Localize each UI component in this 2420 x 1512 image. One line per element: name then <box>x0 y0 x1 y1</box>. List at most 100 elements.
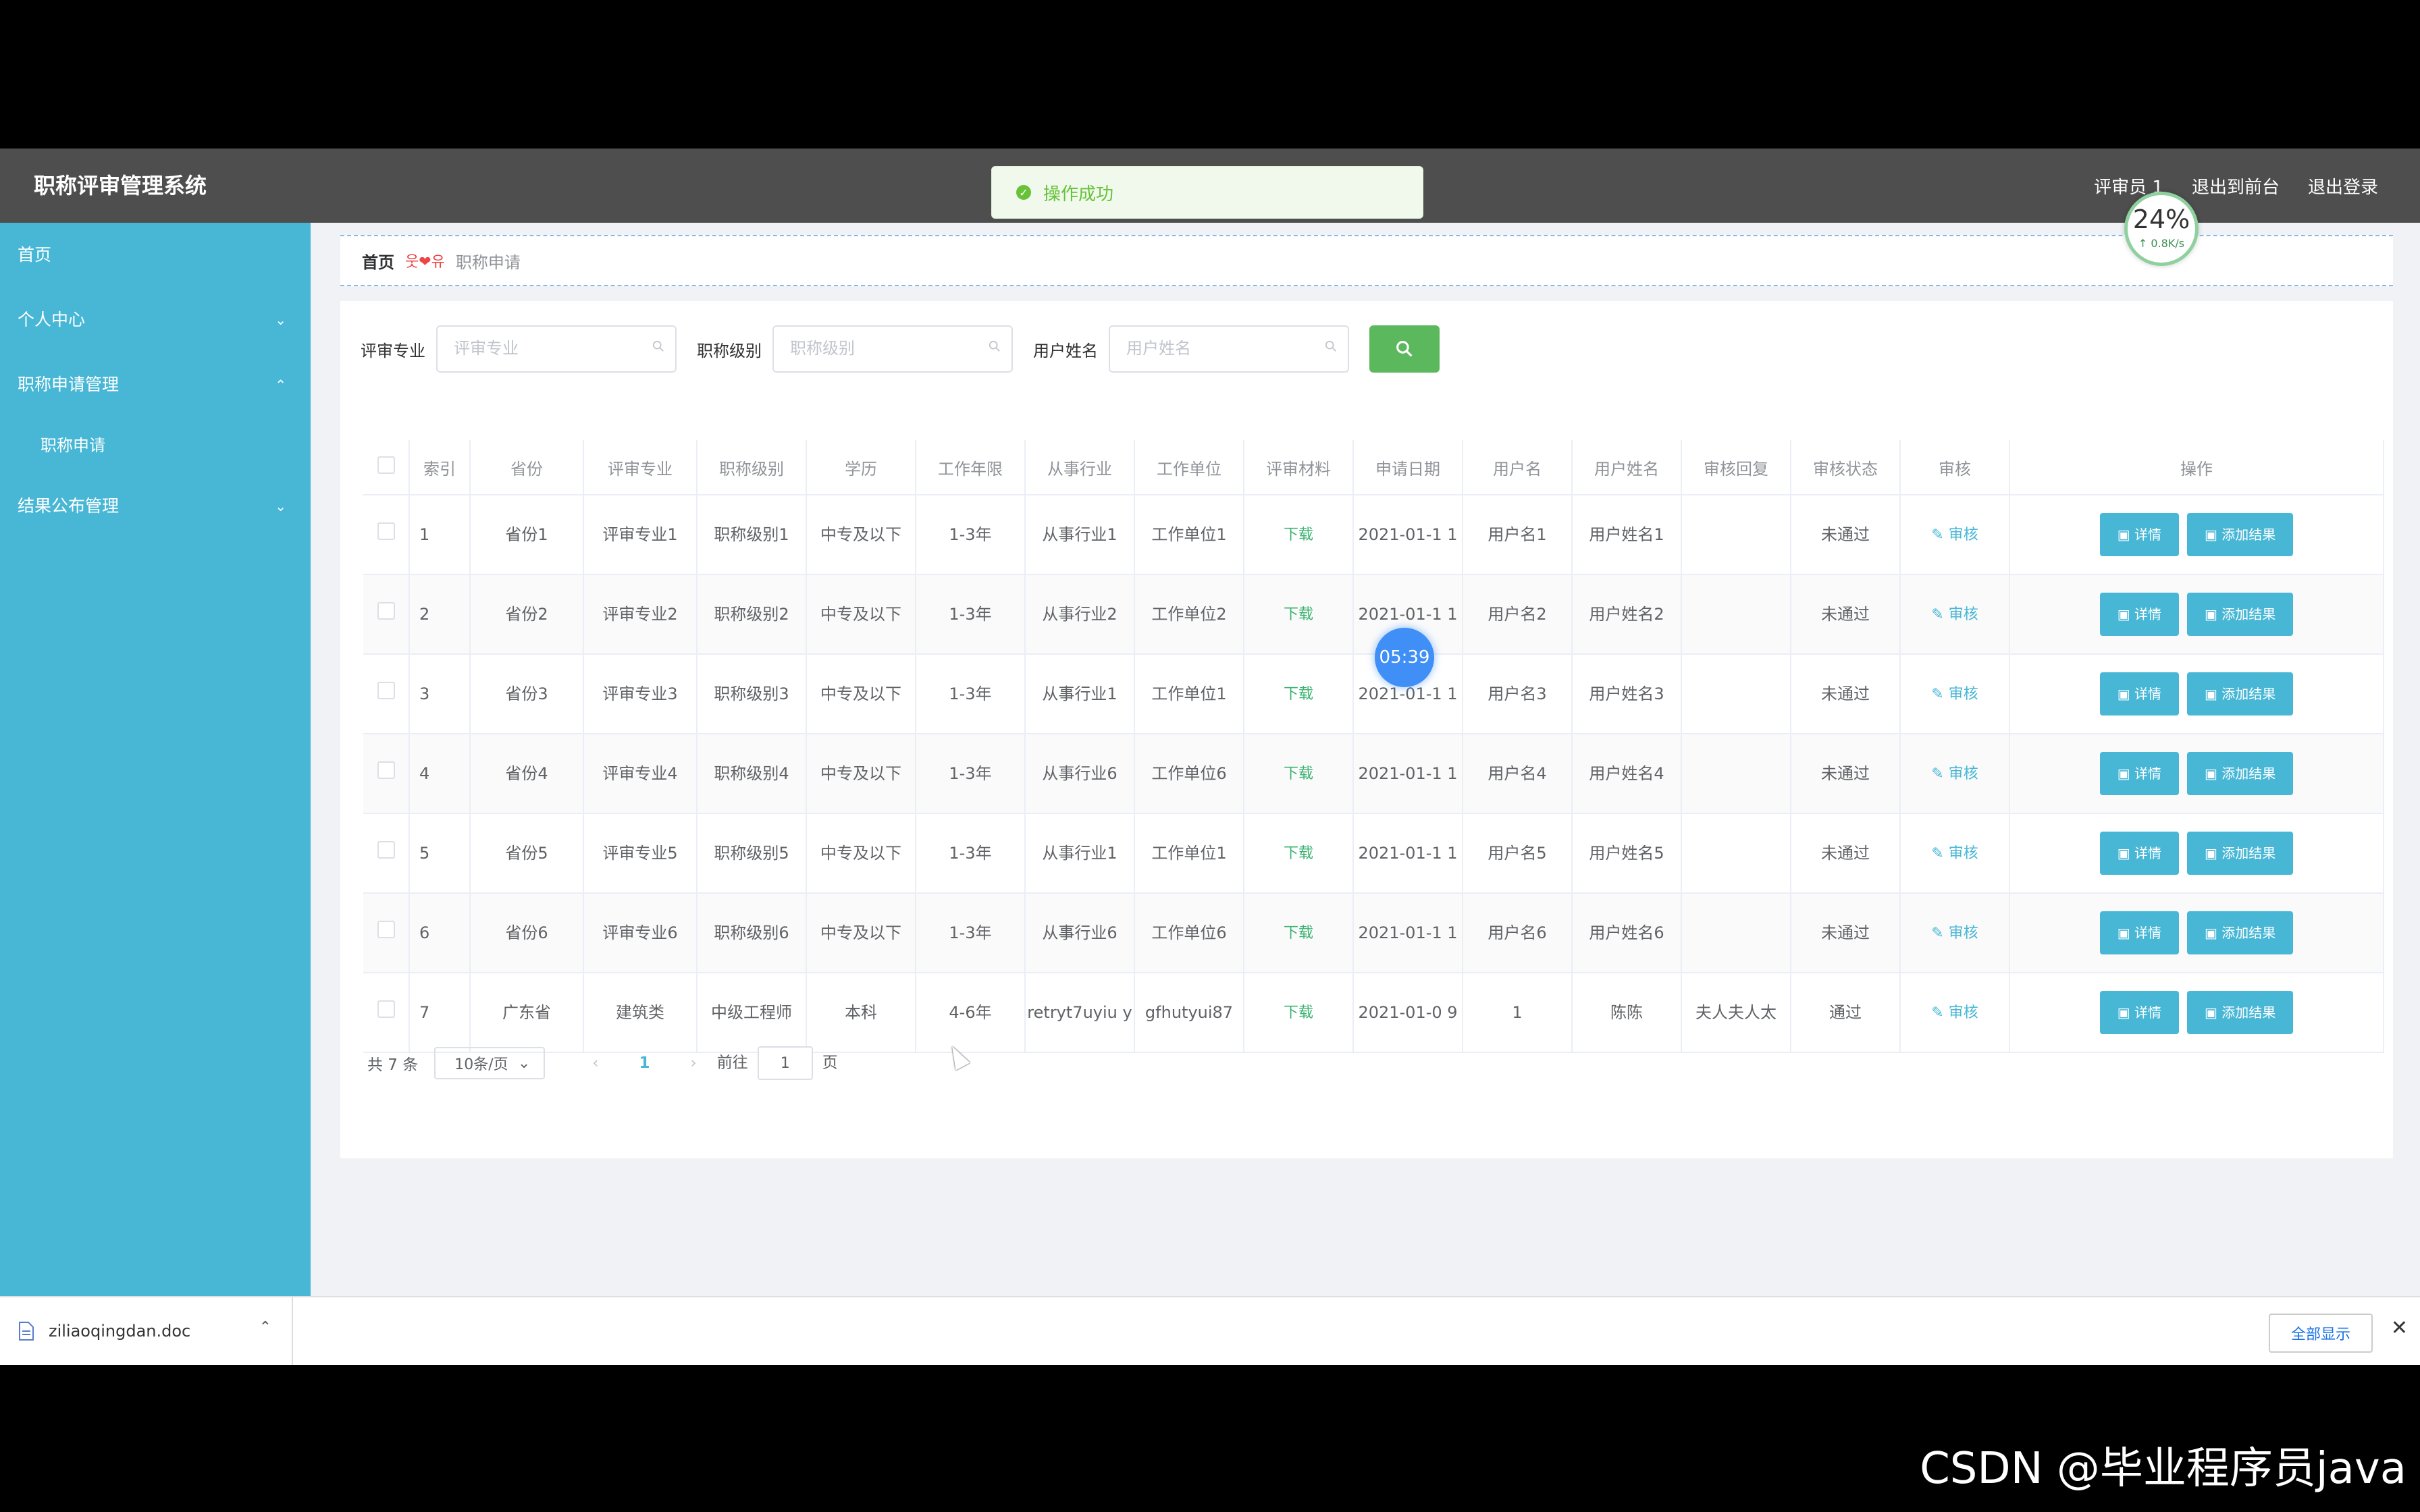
download-link[interactable]: 下载 <box>1284 845 1313 862</box>
logout-link[interactable]: 退出登录 <box>2308 173 2378 198</box>
add-result-button[interactable]: ▣ 添加结果 <box>2187 752 2294 795</box>
audit-label: 审核 <box>1948 1004 1978 1021</box>
cell-reply <box>1681 495 1791 575</box>
column-header[interactable]: 工作年限 <box>916 440 1026 495</box>
cell-unit: 工作单位1 <box>1134 495 1244 575</box>
add-result-button[interactable]: ▣ 添加结果 <box>2187 513 2294 556</box>
detail-button[interactable]: ▣ 详情 <box>2099 991 2179 1034</box>
cell-realname: 陈陈 <box>1572 973 1682 1053</box>
document-icon: ▣ <box>2205 606 2222 622</box>
row-checkbox[interactable] <box>377 921 395 938</box>
audit-link[interactable]: ✎ 审核 <box>1931 686 1978 703</box>
cell-unit: 工作单位2 <box>1134 574 1244 655</box>
column-header[interactable]: 用户姓名 <box>1572 440 1682 495</box>
detail-button[interactable]: ▣ 详情 <box>2099 752 2179 795</box>
chevron-up-icon[interactable]: ⌃ <box>259 1319 271 1336</box>
download-link[interactable]: 下载 <box>1284 686 1313 703</box>
cell-reply <box>1681 893 1791 973</box>
download-link[interactable]: 下载 <box>1284 606 1313 623</box>
level-input[interactable] <box>774 327 1009 370</box>
row-checkbox[interactable] <box>377 602 395 620</box>
cell-realname: 用户姓名2 <box>1572 574 1682 655</box>
column-header[interactable]: 从事行业 <box>1025 440 1135 495</box>
close-icon[interactable]: ✕ <box>2391 1316 2408 1340</box>
sidebar-item-home[interactable]: 首页 <box>0 223 311 288</box>
sidebar-item-result-management[interactable]: 结果公布管理 ⌄ <box>0 474 311 539</box>
prev-page-button[interactable]: ‹ <box>592 1054 598 1072</box>
download-bar: ziliaoqingdan.doc ⌃ 全部显示 ✕ <box>0 1296 2420 1365</box>
column-header[interactable]: 评审专业 <box>583 440 698 495</box>
select-all-checkbox[interactable] <box>377 456 395 474</box>
column-header[interactable]: 工作单位 <box>1134 440 1244 495</box>
download-link[interactable]: 下载 <box>1284 1004 1313 1021</box>
name-input[interactable] <box>1110 327 1345 370</box>
detail-button[interactable]: ▣ 详情 <box>2099 672 2179 716</box>
cell-actions: ▣ 详情 ▣ 添加结果 <box>2009 734 2384 814</box>
column-header[interactable]: 审核 <box>1900 440 2010 495</box>
cell-major: 评审专业6 <box>583 893 698 973</box>
cell-realname: 用户姓名6 <box>1572 893 1682 973</box>
column-header[interactable]: 学历 <box>806 440 916 495</box>
audit-link[interactable]: ✎ 审核 <box>1931 1004 1978 1021</box>
row-checkbox[interactable] <box>377 522 395 540</box>
next-page-button[interactable]: › <box>690 1054 696 1072</box>
detail-button[interactable]: ▣ 详情 <box>2099 911 2179 954</box>
add-result-button[interactable]: ▣ 添加结果 <box>2187 593 2294 636</box>
sidebar-item-application[interactable]: 职称申请 <box>0 417 311 474</box>
row-checkbox[interactable] <box>377 761 395 779</box>
download-link[interactable]: 下载 <box>1284 765 1313 782</box>
column-header[interactable]: 省份 <box>470 440 584 495</box>
cell-material: 下载 <box>1244 973 1354 1053</box>
column-header[interactable]: 申请日期 <box>1353 440 1463 495</box>
add-result-button[interactable]: ▣ 添加结果 <box>2187 832 2294 875</box>
column-header[interactable]: 评审材料 <box>1244 440 1354 495</box>
audit-link[interactable]: ✎ 审核 <box>1931 845 1978 862</box>
detail-button[interactable]: ▣ 详情 <box>2099 513 2179 556</box>
row-checkbox[interactable] <box>377 841 395 859</box>
application-table: 索引 省份 评审专业 职称级别 学历 工作年限 从事行业 工作单位 评审材料 申… <box>363 440 2384 1053</box>
detail-button[interactable]: ▣ 详情 <box>2099 593 2179 636</box>
column-header[interactable]: 索引 <box>409 440 471 495</box>
edit-icon: ✎ <box>1931 765 1949 782</box>
goto-page-input[interactable] <box>757 1046 813 1080</box>
audit-link[interactable]: ✎ 审核 <box>1931 925 1978 942</box>
cell-audit: ✎ 审核 <box>1900 813 2010 894</box>
audit-link[interactable]: ✎ 审核 <box>1931 606 1978 623</box>
cell-industry: 从事行业1 <box>1025 495 1135 575</box>
cell-actions: ▣ 详情 ▣ 添加结果 <box>2009 813 2384 894</box>
row-select-cell <box>363 973 410 1053</box>
speed-percent: 24% <box>2132 205 2190 234</box>
current-page[interactable]: 1 <box>639 1054 650 1072</box>
add-result-button[interactable]: ▣ 添加结果 <box>2187 991 2294 1034</box>
show-all-downloads-button[interactable]: 全部显示 <box>2269 1314 2373 1353</box>
breadcrumb-home[interactable]: 首页 <box>362 249 394 273</box>
search-icon <box>652 340 664 352</box>
column-header[interactable]: 职称级别 <box>697 440 807 495</box>
add-result-button[interactable]: ▣ 添加结果 <box>2187 672 2294 716</box>
sidebar-item-personal-center[interactable]: 个人中心 ⌄ <box>0 288 311 352</box>
cell-province: 省份2 <box>470 574 584 655</box>
row-checkbox[interactable] <box>377 682 395 699</box>
audit-link[interactable]: ✎ 审核 <box>1931 765 1978 782</box>
cell-province: 省份3 <box>470 654 584 734</box>
cell-index: 3 <box>409 654 471 734</box>
download-item[interactable]: ziliaoqingdan.doc ⌃ <box>0 1297 293 1365</box>
column-header[interactable]: 用户名 <box>1463 440 1573 495</box>
audit-link[interactable]: ✎ 审核 <box>1931 526 1978 543</box>
download-link[interactable]: 下载 <box>1284 925 1313 942</box>
cell-unit: 工作单位6 <box>1134 734 1244 814</box>
page-size-select[interactable]: 10条/页 ⌄ <box>434 1047 546 1079</box>
sidebar-item-application-management[interactable]: 职称申请管理 ⌃ <box>0 352 311 417</box>
major-input[interactable] <box>438 327 673 370</box>
add-result-button[interactable]: ▣ 添加结果 <box>2187 911 2294 954</box>
exit-to-frontend-link[interactable]: 退出到前台 <box>2192 173 2280 198</box>
download-link[interactable]: 下载 <box>1284 526 1313 543</box>
search-button[interactable] <box>1369 325 1440 373</box>
column-header[interactable]: 审核回复 <box>1681 440 1791 495</box>
detail-button[interactable]: ▣ 详情 <box>2099 832 2179 875</box>
column-header[interactable]: 审核状态 <box>1791 440 1901 495</box>
cell-audit: ✎ 审核 <box>1900 495 2010 575</box>
row-checkbox[interactable] <box>377 1000 395 1018</box>
cell-unit: 工作单位1 <box>1134 813 1244 894</box>
row-select-cell <box>363 654 410 734</box>
